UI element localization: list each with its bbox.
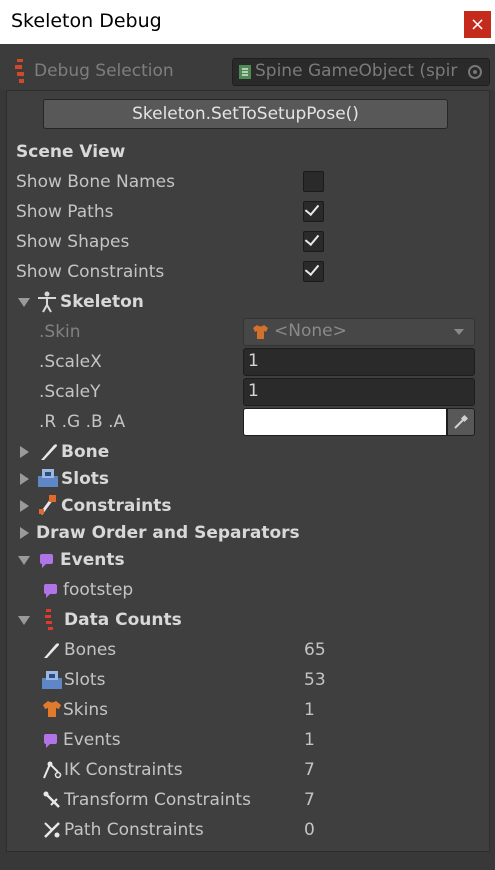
count-label-ik-constraints: IK Constraints bbox=[64, 760, 183, 780]
scaley-label: .ScaleY bbox=[39, 382, 101, 402]
color-swatch[interactable] bbox=[243, 408, 447, 436]
skeleton-heading[interactable]: Skeleton bbox=[60, 292, 144, 312]
slots-foldout-arrow[interactable] bbox=[20, 473, 29, 485]
count-value-transform-constraints: 7 bbox=[304, 790, 315, 810]
shirt-icon bbox=[43, 701, 61, 717]
chevron-down-icon bbox=[454, 329, 464, 335]
close-button[interactable]: × bbox=[464, 11, 491, 38]
count-label-path-constraints: Path Constraints bbox=[64, 820, 204, 840]
scaley-input[interactable]: 1 bbox=[243, 378, 475, 406]
spine-logo-icon bbox=[15, 59, 24, 83]
count-value-ik-constraints: 7 bbox=[304, 760, 315, 780]
count-label-slots: Slots bbox=[64, 670, 106, 690]
constraints-foldout-arrow[interactable] bbox=[20, 500, 29, 512]
count-label-transform-constraints: Transform Constraints bbox=[64, 790, 251, 810]
eyedropper-icon bbox=[454, 414, 469, 429]
count-value-bones: 65 bbox=[304, 640, 326, 660]
skeleton-figure-icon bbox=[38, 291, 56, 313]
count-value-events: 1 bbox=[304, 730, 315, 750]
scalex-input[interactable]: 1 bbox=[243, 348, 475, 376]
show-shapes-label: Show Shapes bbox=[16, 232, 130, 252]
slots-heading[interactable]: Slots bbox=[61, 469, 109, 489]
constraints-heading[interactable]: Constraints bbox=[61, 496, 172, 516]
constraints-icon bbox=[39, 495, 56, 515]
data-counts-foldout-arrow[interactable] bbox=[18, 616, 30, 625]
checkmark-icon bbox=[304, 260, 320, 277]
skin-dropdown[interactable]: <None> bbox=[243, 318, 475, 346]
scalex-value: 1 bbox=[248, 351, 259, 371]
count-label-events: Events bbox=[63, 730, 121, 750]
bone-icon bbox=[44, 643, 59, 658]
event-item: footstep bbox=[63, 580, 134, 600]
bone-icon bbox=[41, 444, 57, 460]
shirt-icon bbox=[253, 325, 268, 339]
object-field-value: Spine GameObject (spir bbox=[255, 61, 458, 81]
count-value-skins: 1 bbox=[304, 700, 315, 720]
show-bone-names-label: Show Bone Names bbox=[16, 172, 175, 192]
spine-logo-icon bbox=[45, 609, 53, 630]
object-field[interactable]: Spine GameObject (spir bbox=[232, 58, 490, 86]
skin-dropdown-value: <None> bbox=[274, 321, 347, 341]
scaley-value: 1 bbox=[248, 381, 259, 401]
count-label-bones: Bones bbox=[64, 640, 117, 660]
bone-foldout-arrow[interactable] bbox=[20, 446, 29, 458]
slots-icon bbox=[38, 469, 58, 487]
bone-heading[interactable]: Bone bbox=[61, 442, 109, 462]
event-icon bbox=[44, 584, 57, 598]
draw-order-foldout-arrow[interactable] bbox=[20, 527, 29, 539]
checkmark-icon bbox=[304, 200, 320, 217]
event-icon bbox=[44, 734, 57, 748]
show-constraints-checkbox[interactable] bbox=[303, 260, 324, 282]
count-value-path-constraints: 0 bbox=[304, 820, 315, 840]
window-title: Skeleton Debug bbox=[11, 10, 162, 32]
debug-selection-label: Debug Selection bbox=[34, 61, 174, 81]
count-label-skins: Skins bbox=[63, 700, 108, 720]
scalex-label: .ScaleX bbox=[39, 352, 102, 372]
eyedropper-button[interactable] bbox=[447, 408, 475, 436]
show-shapes-checkbox[interactable] bbox=[303, 230, 324, 252]
show-bone-names-checkbox[interactable] bbox=[303, 171, 324, 192]
events-foldout-arrow[interactable] bbox=[18, 556, 30, 565]
set-to-setup-pose-button[interactable]: Skeleton.SetToSetupPose() bbox=[43, 99, 448, 129]
show-constraints-label: Show Constraints bbox=[16, 262, 165, 282]
object-picker-icon[interactable] bbox=[468, 65, 482, 79]
transform-constraint-icon bbox=[43, 791, 60, 808]
slots-icon bbox=[42, 671, 62, 689]
rgba-label: .R .G .B .A bbox=[39, 412, 126, 432]
path-constraint-icon bbox=[44, 822, 60, 838]
skeleton-foldout-arrow[interactable] bbox=[18, 298, 30, 307]
ik-constraint-icon bbox=[43, 761, 62, 779]
checkmark-icon bbox=[304, 230, 320, 247]
event-icon bbox=[40, 554, 53, 568]
show-paths-label: Show Paths bbox=[16, 202, 114, 222]
data-counts-heading[interactable]: Data Counts bbox=[64, 610, 182, 630]
count-value-slots: 53 bbox=[304, 670, 326, 690]
events-heading[interactable]: Events bbox=[60, 550, 125, 570]
skin-label: .Skin bbox=[39, 322, 81, 342]
show-paths-checkbox[interactable] bbox=[303, 200, 324, 222]
draw-order-heading[interactable]: Draw Order and Separators bbox=[36, 523, 300, 543]
script-icon bbox=[239, 65, 251, 79]
scene-view-heading: Scene View bbox=[16, 142, 126, 162]
